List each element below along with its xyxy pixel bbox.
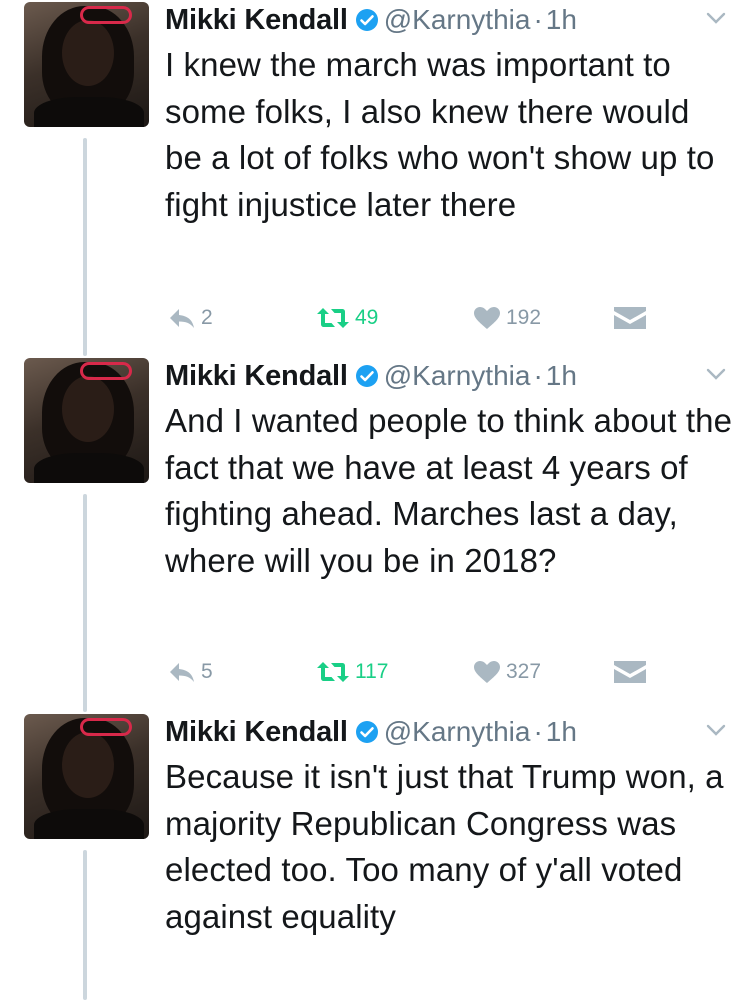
avatar-face [62,732,114,798]
heart-icon [474,307,500,329]
like-count: 327 [506,660,542,683]
retweet-icon [317,308,349,328]
retweet-button[interactable]: 117 [316,658,388,686]
direct-message-icon [614,307,646,329]
heart-icon [474,661,500,683]
avatar-glasses [80,362,132,380]
retweet-icon [317,662,349,682]
author-name[interactable]: Mikki Kendall [165,4,348,36]
reply-count: 2 [201,306,213,329]
tweet-actions: 2 49 192 [0,298,750,338]
avatar-shirt [34,809,144,839]
retweet-count: 49 [355,306,379,329]
chevron-down-icon[interactable] [705,366,727,382]
tweet-text: I knew the march was important to some f… [165,46,715,223]
timestamp[interactable]: 1h [546,4,577,35]
like-button[interactable]: 327 [473,658,541,686]
timestamp[interactable]: 1h [546,716,577,747]
reply-button[interactable]: 5 [168,658,213,686]
separator-dot: · [533,4,543,35]
author-name[interactable]: Mikki Kendall [165,360,348,392]
reply-icon [170,663,194,682]
tweet-text: And I wanted people to think about the f… [165,402,733,579]
author-handle[interactable]: @Karnythia [384,716,531,747]
tweet-actions: 5 117 327 [0,652,750,692]
direct-message-button[interactable] [612,658,648,686]
reply-icon [170,309,194,328]
avatar-face [62,20,114,86]
direct-message-button[interactable] [612,304,648,332]
tweet-header: Mikki Kendall @Karnythia · 1h [165,0,577,40]
avatar[interactable] [24,714,149,839]
avatar-shirt [34,453,144,483]
timestamp[interactable]: 1h [546,360,577,391]
reply-count: 5 [201,660,213,683]
tweet-text: Because it isn't just that Trump won, a … [165,758,724,935]
tweet[interactable]: Mikki Kendall @Karnythia · 1h And I wanted … [0,356,750,712]
avatar[interactable] [24,358,149,483]
verified-badge-icon [355,9,378,31]
avatar-face [62,376,114,442]
avatar[interactable] [24,2,149,127]
separator-dot: · [533,716,543,747]
thread-line [83,850,87,1000]
author-handle[interactable]: @Karnythia [384,360,531,391]
tweet[interactable]: Mikki Kendall @Karnythia · 1h Because it is… [0,712,750,1000]
retweet-button[interactable]: 49 [316,304,378,332]
tweet[interactable]: Mikki Kendall @Karnythia · 1h I knew the ma… [0,0,750,356]
like-button[interactable]: 192 [473,304,541,332]
chevron-down-icon[interactable] [705,722,727,738]
direct-message-icon [614,661,646,683]
tweet-header: Mikki Kendall @Karnythia · 1h [165,356,577,396]
verified-badge-icon [355,365,378,387]
avatar-glasses [80,6,132,24]
like-count: 192 [506,306,542,329]
verified-badge-icon [355,721,378,743]
author-name[interactable]: Mikki Kendall [165,716,348,748]
separator-dot: · [533,360,543,391]
tweet-header: Mikki Kendall @Karnythia · 1h [165,712,577,752]
avatar-glasses [80,718,132,736]
chevron-down-icon[interactable] [705,10,727,26]
author-handle[interactable]: @Karnythia [384,4,531,35]
avatar-shirt [34,97,144,127]
reply-button[interactable]: 2 [168,304,213,332]
retweet-count: 117 [355,660,389,683]
